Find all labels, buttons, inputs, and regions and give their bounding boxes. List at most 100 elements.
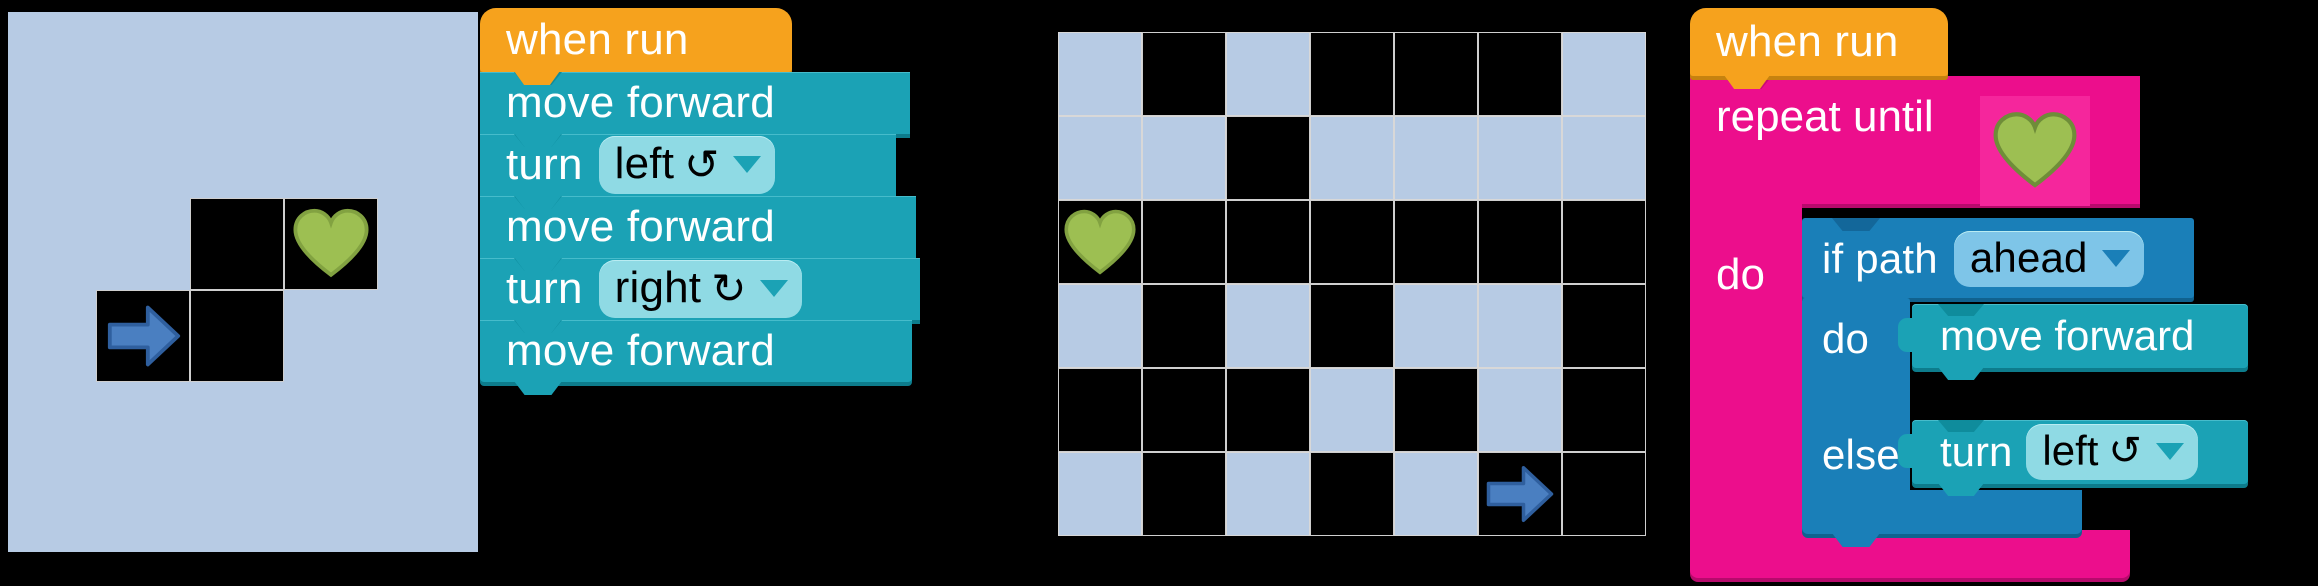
maze-cell xyxy=(1058,368,1142,452)
maze-cell xyxy=(1394,116,1478,200)
repeat-until-label: repeat until xyxy=(1716,92,1934,141)
move-forward-block[interactable]: move forward xyxy=(480,320,912,395)
move-forward-block[interactable]: move forward xyxy=(480,72,910,147)
maze-cell-robot xyxy=(96,290,190,382)
move-forward-label: move forward xyxy=(506,78,775,127)
chevron-down-icon xyxy=(2155,442,2184,460)
turn-direction-value: right xyxy=(614,263,702,312)
if-path-header: if path ahead xyxy=(1814,230,2144,288)
move-forward-block[interactable]: move forward xyxy=(1898,304,2248,380)
block-connector-icon xyxy=(1898,434,1914,468)
maze-cell xyxy=(1310,32,1394,116)
maze-cell xyxy=(1394,452,1478,536)
repeat-until-bottom-bar xyxy=(1690,530,2130,578)
maze-cell xyxy=(1226,368,1310,452)
maze-cell xyxy=(1478,284,1562,368)
maze-cell xyxy=(1142,368,1226,452)
maze-cell-robot xyxy=(1478,452,1562,536)
maze-cell xyxy=(1394,32,1478,116)
repeat-until-label-wrap: repeat until xyxy=(1716,92,1934,142)
maze-cell xyxy=(1562,200,1646,284)
maze-cell xyxy=(1478,32,1562,116)
maze-cell xyxy=(1562,452,1646,536)
move-forward-label: move forward xyxy=(506,326,775,375)
turn-direction-dropdown[interactable]: left ↺ xyxy=(598,136,776,194)
turn-direction-value: left xyxy=(2042,427,2099,474)
maze-cell xyxy=(1226,116,1310,200)
turn-direction-dropdown[interactable]: left ↺ xyxy=(2026,424,2198,480)
turn-right-block[interactable]: turn right ↻ xyxy=(480,258,920,333)
when-run-label: when run xyxy=(506,15,689,64)
path-direction-dropdown[interactable]: ahead xyxy=(1953,231,2144,287)
maze-cell xyxy=(1394,284,1478,368)
maze-cell xyxy=(1226,284,1310,368)
rotate-cw-icon: ↻ xyxy=(711,264,747,312)
maze-cell xyxy=(1226,452,1310,536)
maze-cell xyxy=(1478,368,1562,452)
maze-cell xyxy=(1562,368,1646,452)
maze-cell xyxy=(1058,452,1142,536)
maze-cell xyxy=(1310,116,1394,200)
repeat-until-do-label: do xyxy=(1716,250,1765,299)
maze-cell xyxy=(1310,200,1394,284)
maze-cell xyxy=(190,198,284,290)
block-notch-icon xyxy=(514,381,562,395)
maze-cell xyxy=(1142,32,1226,116)
left-program-stack: when run move forward turn left ↺ move f… xyxy=(480,8,920,578)
move-forward-label: move forward xyxy=(1940,312,2195,359)
right-program-stack: when run repeat until do if path ahead d… xyxy=(1690,8,2310,580)
else-label: else xyxy=(1822,431,1900,478)
maze-cell xyxy=(1058,284,1142,368)
maze-cell xyxy=(1226,200,1310,284)
maze-cell xyxy=(1058,116,1142,200)
if-path-label: if path xyxy=(1822,235,1938,282)
if-path-bottom-bar xyxy=(1802,490,2082,547)
maze-cell xyxy=(1310,368,1394,452)
chevron-down-icon xyxy=(733,155,762,173)
maze-cell xyxy=(1562,116,1646,200)
turn-direction-dropdown[interactable]: right ↻ xyxy=(598,260,803,318)
turn-direction-value: left xyxy=(614,139,675,188)
path-direction-value: ahead xyxy=(1969,234,2088,281)
block-notch-icon xyxy=(1938,367,1984,380)
maze-cell xyxy=(1478,200,1562,284)
turn-label: turn xyxy=(506,264,583,313)
block-connector-icon xyxy=(1898,318,1914,352)
turn-label: turn xyxy=(1940,428,2013,475)
repeat-until-do-label-wrap: do xyxy=(1716,250,1765,300)
else-label-wrap: else xyxy=(1822,426,1900,484)
move-forward-label: move forward xyxy=(506,202,775,251)
maze-cell xyxy=(1478,116,1562,200)
repeat-until-condition-slot[interactable] xyxy=(1980,96,2090,206)
maze-cell xyxy=(1394,368,1478,452)
turn-left-block[interactable]: turn left ↺ xyxy=(1898,420,2248,496)
maze-cell xyxy=(1562,284,1646,368)
if-do-label: do xyxy=(1822,315,1870,362)
maze-cell xyxy=(1058,32,1142,116)
when-run-block[interactable]: when run xyxy=(480,8,792,85)
maze-cell xyxy=(1142,200,1226,284)
maze-cell-goal xyxy=(1058,200,1142,284)
maze-cell xyxy=(1394,200,1478,284)
maze-cell xyxy=(1310,452,1394,536)
maze-cell-goal xyxy=(284,198,378,290)
chevron-down-icon xyxy=(760,279,789,297)
right-maze xyxy=(1058,16,1698,576)
rotate-ccw-icon: ↺ xyxy=(684,140,720,188)
when-run-block[interactable]: when run xyxy=(1690,8,1948,89)
screenshot-stage: when run move forward turn left ↺ move f… xyxy=(0,0,2318,586)
maze-cell xyxy=(1562,32,1646,116)
move-forward-block[interactable]: move forward xyxy=(480,196,916,271)
maze-cell xyxy=(1310,284,1394,368)
chevron-down-icon xyxy=(2101,249,2130,267)
maze-cell xyxy=(190,290,284,382)
when-run-label: when run xyxy=(1716,17,1899,66)
maze-cell xyxy=(1142,284,1226,368)
maze-cell xyxy=(1142,452,1226,536)
turn-label: turn xyxy=(506,140,583,189)
if-do-label-wrap: do xyxy=(1822,310,1869,368)
rotate-ccw-icon: ↺ xyxy=(2108,429,2142,473)
left-maze xyxy=(8,12,478,572)
turn-left-block[interactable]: turn left ↺ xyxy=(480,134,896,209)
maze-cell xyxy=(1226,32,1310,116)
